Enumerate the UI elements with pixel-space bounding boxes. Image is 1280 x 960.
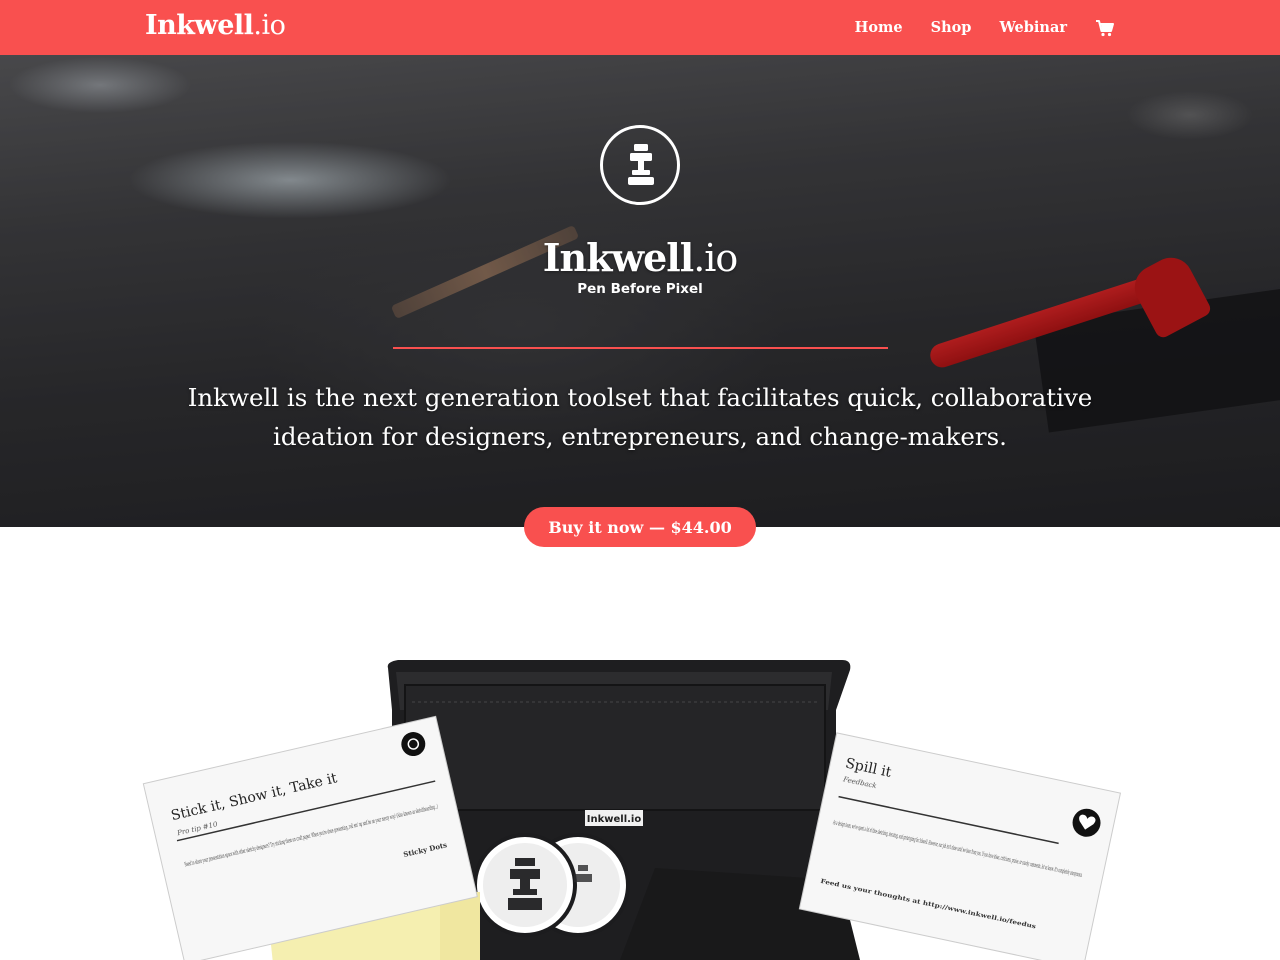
- nav-link-webinar[interactable]: Webinar: [999, 19, 1067, 36]
- buy-now-button[interactable]: Buy it now — $44.00: [524, 507, 756, 547]
- sticker-badges: [473, 833, 630, 937]
- hero-title: Inkwell.io: [0, 235, 1280, 280]
- shopping-cart-icon[interactable]: [1095, 18, 1115, 38]
- hero-title-name: Inkwell: [542, 235, 694, 280]
- nav-link-shop[interactable]: Shop: [931, 19, 972, 36]
- brand-name: Inkwell: [145, 10, 254, 41]
- hero-divider: [393, 347, 888, 349]
- hero-title-tld: .io: [693, 236, 738, 280]
- top-navigation-bar: Inkwell.io Home Shop Webinar: [0, 0, 1280, 55]
- hero-tagline: Pen Before Pixel: [577, 281, 703, 297]
- main-nav: Home Shop Webinar: [855, 0, 1115, 55]
- brand-tld: .io: [253, 10, 286, 41]
- nav-link-home[interactable]: Home: [855, 19, 903, 36]
- product-photo: Inkwell.io Stick it, Show it, Take it Pr…: [0, 560, 1280, 960]
- inkwell-stamp-icon: [600, 125, 680, 205]
- hero-section: Inkwell.io Pen Before Pixel Inkwell is t…: [0, 55, 1280, 527]
- pouch-label: Inkwell.io: [587, 814, 642, 825]
- brand-logo-link[interactable]: Inkwell.io: [145, 10, 286, 41]
- hero-description: Inkwell is the next generation toolset t…: [187, 383, 1093, 451]
